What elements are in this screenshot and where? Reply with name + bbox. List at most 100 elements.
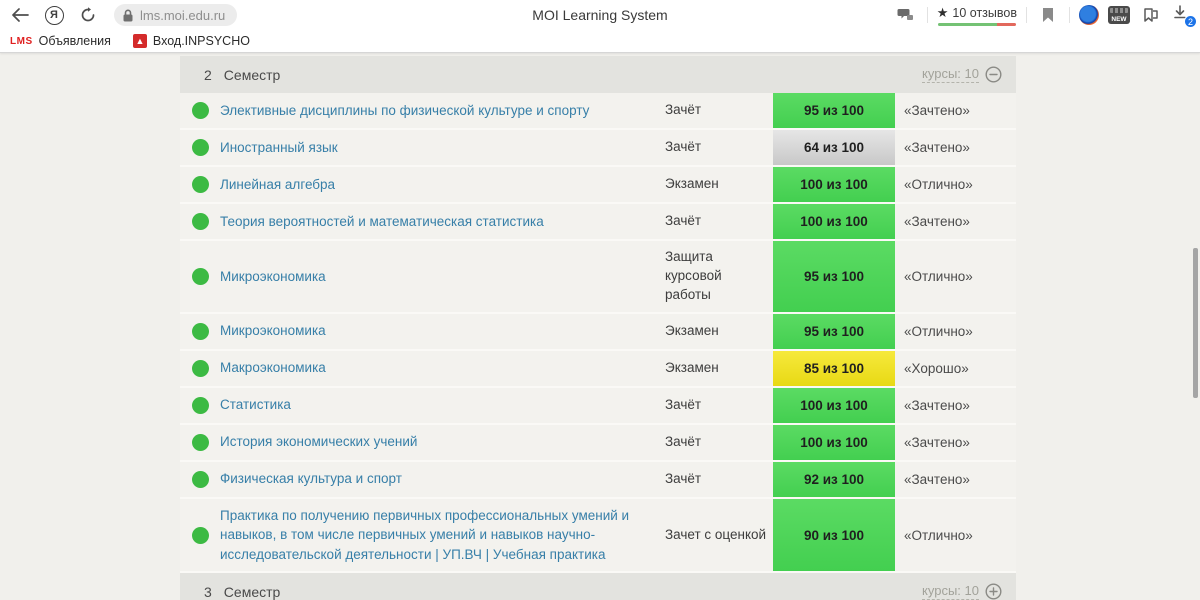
courses-count: курсы: 10: [922, 583, 979, 600]
status-cell: [180, 462, 220, 497]
score-badge: 95 из 100: [773, 313, 895, 349]
status-dot-icon: [191, 267, 209, 285]
course-row: Микроэкономика Экзамен 95 из 100 «Отличн…: [180, 313, 1016, 351]
status-dot-icon: [191, 139, 209, 156]
site-feedback-icon[interactable]: [894, 3, 918, 27]
bookmark-icon[interactable]: [1036, 3, 1060, 27]
downloads-icon[interactable]: 2: [1172, 4, 1197, 28]
rating-bar: [937, 22, 1016, 26]
new-badge-text: NEW: [1111, 16, 1127, 23]
course-row: Практика по получению первичных професси…: [180, 498, 1016, 574]
rating-positive: [937, 22, 998, 26]
status-cell: [180, 241, 220, 312]
score-badge: 85 из 100: [773, 350, 895, 386]
inpsycho-favicon: ▲: [132, 34, 147, 48]
assessment-type: Зачёт: [665, 396, 702, 412]
course-link[interactable]: Микроэкономика: [220, 314, 665, 349]
extension-browsec-icon[interactable]: [1079, 5, 1099, 25]
course-link[interactable]: Элективные дисциплины по физической куль…: [220, 93, 665, 128]
course-link[interactable]: Статистика: [220, 388, 665, 423]
semester-label: Семестр: [223, 583, 281, 600]
courses-toggle[interactable]: курсы: 10: [922, 66, 1002, 83]
course-link[interactable]: Практика по получению первичных професси…: [220, 499, 665, 572]
grade-text: «Отлично»: [904, 268, 973, 284]
status-dot-icon: [191, 470, 209, 488]
browser-window: MOI Learning System Я lms.moi.edu.ru ★ 1…: [0, 0, 1200, 600]
score-badge: 95 из 100: [773, 93, 895, 128]
score-badge: 90 из 100: [773, 498, 895, 572]
status-dot-icon: [191, 433, 209, 451]
status-dot-icon: [191, 322, 209, 340]
assessment-type: Зачёт: [665, 139, 702, 155]
score-badge: 95 из 100: [773, 241, 895, 312]
reviews-count: 10 отзывов: [952, 5, 1017, 20]
course-row: Статистика Зачёт 100 из 100 «Зачтено»: [180, 387, 1016, 425]
grades-table: 2 Семестр курсы: 10 Элективные дисциплин…: [180, 56, 1016, 600]
grade-text: «Отлично»: [904, 177, 973, 192]
course-row: Элективные дисциплины по физической куль…: [180, 93, 1016, 130]
courses-toggle[interactable]: курсы: 10: [922, 583, 1002, 600]
grade-text: «Отлично»: [904, 323, 973, 339]
status-cell: [180, 351, 220, 386]
score-badge: 92 из 100: [773, 461, 895, 497]
page-body: 2 Семестр курсы: 10 Элективные дисциплин…: [0, 53, 1200, 600]
status-cell: [180, 314, 220, 349]
address-bar[interactable]: lms.moi.edu.ru: [114, 4, 238, 26]
assessment-type: Экзамен: [665, 176, 719, 192]
toolbar-separator: [1026, 7, 1027, 23]
semester-footer: 3 Семестр курсы: 10: [180, 573, 1016, 600]
course-link[interactable]: Макроэкономика: [220, 351, 665, 386]
status-cell: [180, 499, 220, 572]
status-cell: [180, 204, 220, 239]
semester-number: 2: [204, 66, 212, 83]
refresh-icon[interactable]: [76, 3, 100, 27]
back-icon[interactable]: [8, 3, 32, 27]
grade-text: «Хорошо»: [904, 360, 969, 376]
expand-icon: [985, 583, 1002, 600]
collections-icon[interactable]: [1139, 3, 1163, 27]
status-cell: [180, 388, 220, 423]
assessment-type: Защита курсовой работы: [665, 249, 722, 302]
status-dot-icon: [191, 213, 209, 230]
browser-toolbar: MOI Learning System Я lms.moi.edu.ru ★ 1…: [0, 0, 1200, 30]
score-badge: 100 из 100: [773, 167, 895, 202]
status-cell: [180, 93, 220, 128]
toolbar-separator: [1069, 7, 1070, 23]
assessment-type: Зачёт: [665, 433, 702, 449]
score-badge: 100 из 100: [773, 387, 895, 423]
course-link[interactable]: История экономических учений: [220, 425, 665, 460]
semester-label: Семестр: [223, 66, 281, 83]
score-badge: 64 из 100: [773, 130, 895, 165]
bookmark-announcements[interactable]: LMS Объявления: [10, 34, 111, 48]
lock-icon: [122, 9, 134, 22]
assessment-type: Зачёт: [665, 470, 702, 486]
yandex-home-icon[interactable]: Я: [42, 3, 66, 27]
grade-text: «Зачтено»: [904, 214, 970, 229]
grade-text: «Зачтено»: [904, 397, 970, 413]
semester-number: 3: [204, 583, 212, 600]
grade-text: «Зачтено»: [904, 103, 970, 118]
course-link[interactable]: Физическая культура и спорт: [220, 462, 665, 497]
course-link[interactable]: Иностранный язык: [220, 130, 665, 165]
course-link[interactable]: Теория вероятностей и математическая ста…: [220, 204, 665, 239]
star-icon: ★: [936, 4, 949, 20]
course-link[interactable]: Микроэкономика: [220, 241, 665, 312]
status-dot-icon: [191, 176, 209, 193]
course-row: Теория вероятностей и математическая ста…: [180, 204, 1016, 241]
lms-favicon: LMS: [10, 35, 33, 47]
bookmarks-bar: LMS Объявления ▲ Вход.INPSYCHO: [0, 30, 1200, 53]
status-cell: [180, 167, 220, 202]
scrollbar-thumb[interactable]: [1193, 248, 1198, 398]
course-rows: Элективные дисциплины по физической куль…: [180, 93, 1016, 574]
reviews-widget[interactable]: ★ 10 отзывов: [937, 5, 1017, 26]
status-dot-icon: [191, 359, 209, 377]
collapse-icon: [985, 66, 1002, 83]
bookmark-label: Вход.INPSYCHO: [152, 34, 250, 48]
course-link[interactable]: Линейная алгебра: [220, 167, 665, 202]
bookmark-inpsycho[interactable]: ▲ Вход.INPSYCHO: [132, 34, 250, 48]
course-row: Макроэкономика Экзамен 85 из 100 «Хорошо…: [180, 350, 1016, 388]
status-dot-icon: [191, 102, 209, 119]
extension-new-icon[interactable]: NEW: [1108, 6, 1130, 24]
course-row: История экономических учений Зачёт 100 и…: [180, 424, 1016, 462]
grade-text: «Зачтено»: [904, 140, 970, 155]
